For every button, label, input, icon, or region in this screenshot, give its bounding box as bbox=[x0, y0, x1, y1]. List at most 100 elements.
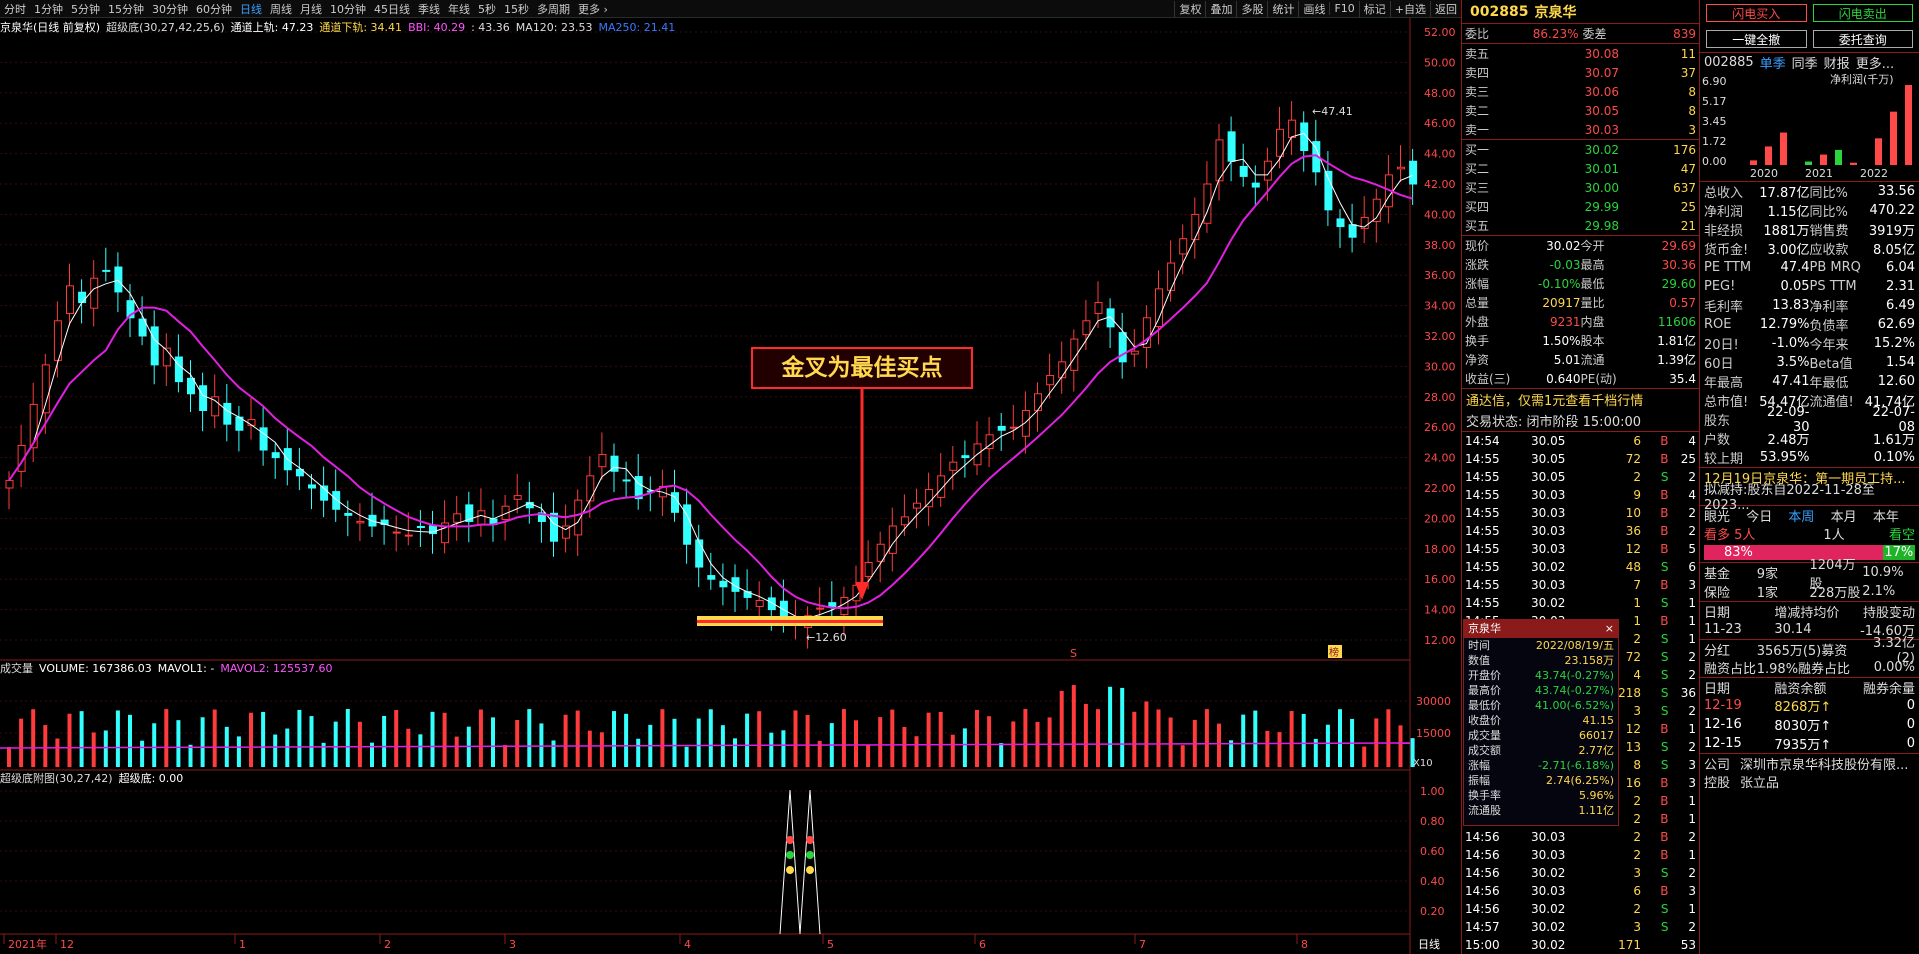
tool-button-2[interactable]: 多股 bbox=[1236, 0, 1267, 17]
tool-button-1[interactable]: 叠加 bbox=[1205, 0, 1236, 17]
candle-body bbox=[1409, 160, 1418, 185]
period-tab-2[interactable]: 5分钟 bbox=[67, 1, 104, 17]
volume-bar bbox=[769, 732, 774, 767]
volume-bar bbox=[1265, 730, 1270, 767]
news-item-2[interactable]: 拟减持:股东自2022-11-28至2023... bbox=[1700, 483, 1919, 513]
period-tab-12[interactable]: 年线 bbox=[444, 1, 474, 17]
order-query-button[interactable]: 委托查询 bbox=[1812, 30, 1913, 48]
tool-button-0[interactable]: 复权 bbox=[1174, 0, 1205, 17]
period-tab-13[interactable]: 5秒 bbox=[474, 1, 500, 17]
candle-info-popup: 京泉华 × 时间 2022/08/19/五 数值 23.158万 开盘价 43.74(-0.… bbox=[1463, 619, 1619, 826]
tool-button-6[interactable]: 标记 bbox=[1358, 0, 1390, 17]
volume-bar bbox=[793, 710, 798, 767]
candle-body bbox=[1191, 213, 1200, 241]
cancel-all-button[interactable]: 一键全撤 bbox=[1706, 30, 1807, 48]
bbi-value: BBI: 40.29 bbox=[408, 20, 466, 34]
volume-bar bbox=[563, 714, 568, 767]
period-tab-7[interactable]: 周线 bbox=[266, 1, 296, 17]
period-tab-14[interactable]: 15秒 bbox=[500, 1, 533, 17]
volume-bar bbox=[345, 709, 350, 767]
candle-body bbox=[223, 402, 232, 425]
margin-data-row-2: 12-15 7935万↑ 0 bbox=[1704, 736, 1915, 753]
volume-bar bbox=[79, 711, 84, 767]
volume-bar bbox=[382, 715, 387, 767]
sub-marker bbox=[786, 866, 794, 874]
volume-bar bbox=[1338, 709, 1342, 767]
ma120-value: MA120: 23.53 bbox=[515, 20, 593, 34]
volume-bar bbox=[1301, 713, 1306, 767]
price-tick: 40.00 bbox=[1424, 208, 1456, 221]
period-tab-1[interactable]: 1分钟 bbox=[30, 1, 67, 17]
holder-row: 控股 张立品 bbox=[1704, 776, 1780, 791]
mini-year: 2021 bbox=[1805, 167, 1833, 177]
candle-body bbox=[1324, 170, 1333, 211]
volume-bar bbox=[672, 718, 677, 767]
weibi-row: 委比 86.23% 委差 839 bbox=[1465, 26, 1696, 42]
sub-tick: 0.40 bbox=[1420, 875, 1445, 888]
popup-row: 成交量 66017 bbox=[1468, 729, 1614, 742]
tool-button-3[interactable]: 统计 bbox=[1267, 0, 1298, 17]
volume-bar bbox=[1047, 717, 1052, 767]
tab-same-quarter[interactable]: 同季 bbox=[1792, 53, 1818, 72]
period-tab-8[interactable]: 月线 bbox=[296, 1, 326, 17]
trade-state: 交易状态: 闭市阶段 15:00:00 bbox=[1466, 415, 1642, 430]
volume-bar bbox=[152, 723, 157, 767]
tick-row: 14:56 30.02 3 S 2 bbox=[1465, 866, 1696, 880]
period-tab-15[interactable]: 多周期 bbox=[533, 1, 574, 17]
candle-body bbox=[840, 596, 849, 616]
period-tab-6[interactable]: 日线 bbox=[236, 1, 266, 17]
volume-bar bbox=[684, 746, 689, 767]
period-tab-5[interactable]: 60分钟 bbox=[192, 1, 236, 17]
sub-marker bbox=[786, 836, 794, 844]
volume-bar bbox=[140, 740, 145, 767]
tool-button-7[interactable]: +自选 bbox=[1389, 0, 1430, 17]
candle-body bbox=[41, 364, 50, 414]
tool-button-4[interactable]: 画线 bbox=[1298, 0, 1329, 17]
volume-bar bbox=[1204, 709, 1209, 767]
period-tab-16[interactable]: 更多 › bbox=[574, 1, 612, 17]
candle-body bbox=[1118, 332, 1127, 363]
candle-body bbox=[1082, 320, 1091, 336]
candle-body bbox=[308, 484, 316, 489]
margin-header: 日期 融资余额 融券余量 bbox=[1700, 677, 1919, 697]
time-tick-label: 6 bbox=[979, 938, 986, 951]
sub-marker bbox=[806, 851, 814, 859]
volume-bar bbox=[1241, 714, 1246, 767]
tab-more[interactable]: 更多... bbox=[1856, 53, 1894, 72]
volume-bar bbox=[128, 714, 132, 767]
volume-bar bbox=[938, 711, 943, 767]
tab-report[interactable]: 财报 bbox=[1824, 53, 1850, 72]
flash-buy-button[interactable]: 闪电买入 bbox=[1706, 4, 1807, 22]
stat-row-2: 涨幅 -0.10% 最低 29.60 bbox=[1465, 276, 1696, 292]
kline-chart[interactable]: 52.00 50.00 48.00 46.00 44.00 42.00 40.00 38.00… bbox=[0, 0, 1461, 954]
price-tick: 44.00 bbox=[1424, 148, 1456, 161]
volume-bar bbox=[660, 709, 665, 767]
time-tick-label: 12 bbox=[60, 938, 74, 951]
popup-close-button[interactable]: × bbox=[1605, 620, 1614, 638]
volume-bar bbox=[418, 734, 423, 767]
period-tab-11[interactable]: 季线 bbox=[414, 1, 444, 17]
tick-row: 14:55 30.02 1 S 1 bbox=[1465, 596, 1696, 610]
tool-button-5[interactable]: F10 bbox=[1329, 2, 1358, 15]
bottom-zone-yellow bbox=[697, 616, 883, 620]
tool-button-8[interactable]: 返回 bbox=[1430, 0, 1461, 17]
volume-bar bbox=[1023, 709, 1028, 767]
tick-row: 14:56 30.03 2 B 2 bbox=[1465, 830, 1696, 844]
flash-sell-button[interactable]: 闪电卖出 bbox=[1812, 4, 1913, 22]
level2-notice[interactable]: 通达信，仅需1元查看千档行情 bbox=[1462, 388, 1699, 410]
period-tab-0[interactable]: 分时 bbox=[0, 1, 30, 17]
volume-bar bbox=[575, 710, 580, 767]
volume-bar bbox=[1168, 717, 1173, 767]
volume-info-bar: 成交量 VOLUME: 167386.03 MAVOL1: - MAVOL2: … bbox=[0, 660, 332, 676]
period-tab-9[interactable]: 10分钟 bbox=[326, 1, 370, 17]
period-tab-3[interactable]: 15分钟 bbox=[104, 1, 148, 17]
period-tab-4[interactable]: 30分钟 bbox=[148, 1, 192, 17]
sell-level-1: 卖四 30.07 37 bbox=[1465, 65, 1696, 81]
candle-body bbox=[1288, 119, 1297, 139]
bottom-zone-yellow2 bbox=[697, 623, 883, 626]
period-tab-10[interactable]: 45日线 bbox=[370, 1, 414, 17]
price-tick: 30.00 bbox=[1424, 360, 1456, 373]
volume-bar bbox=[878, 717, 883, 767]
tab-single-quarter[interactable]: 单季 bbox=[1760, 53, 1786, 72]
up-channel: 通道上轨: 47.23 bbox=[230, 21, 314, 34]
